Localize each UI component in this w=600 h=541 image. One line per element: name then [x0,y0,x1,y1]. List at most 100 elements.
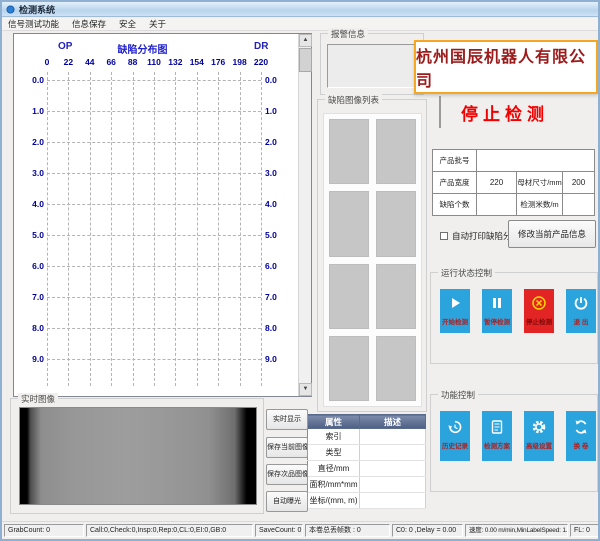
material-label: 母材尺寸/mm [517,172,563,194]
gear-icon [531,419,547,435]
grid-hline [47,266,261,267]
defect-count-value[interactable] [477,194,517,216]
grid-hline [47,204,261,205]
auto-print-checkbox[interactable] [440,232,448,240]
y-tick-label-left: 2.0 [18,137,44,147]
attr-cell: 直径/mm [308,461,360,477]
change-roll-button[interactable]: 换 卷 [566,411,596,461]
grid-vline [68,72,69,386]
menu-info-save[interactable]: 信息保存 [72,18,106,30]
live-image-label: 实时图像 [18,393,58,405]
pause-detection-button[interactable]: 暂停检测 [482,289,512,333]
change-roll-label: 换 卷 [574,440,589,450]
advanced-settings-label: 高级设置 [526,440,552,450]
window-title: 检测系统 [19,3,55,16]
advanced-settings-button[interactable]: 高级设置 [524,411,554,461]
power-icon [573,295,589,311]
menu-bar: 信号测试功能 信息保存 安全 关于 [2,18,598,31]
status-delay: C0: 0 ,Delay = 0.00 [392,524,463,537]
grid-hline [47,328,261,329]
start-detection-label: 开始检测 [442,316,468,326]
defect-thumbnail[interactable] [329,191,369,256]
run-control-buttons: 开始检测 暂停检测 停止检测 退 出 [440,289,596,333]
x-tick-label: 66 [106,57,115,67]
menu-signal-test[interactable]: 信号测试功能 [8,18,59,30]
y-tick-label-right: 2.0 [265,137,291,147]
x-axis: 022446688110132154176198220 [14,57,311,68]
defect-thumbnail[interactable] [376,191,416,256]
stop-detection-button[interactable]: 停止检测 [524,289,554,333]
save-defect-image-button[interactable]: 保存次品图像 [266,464,308,485]
meters-value[interactable] [563,194,595,216]
y-tick-label-left: 6.0 [18,261,44,271]
defect-thumbnail[interactable] [329,336,369,401]
defect-count-label: 缺陷个数 [433,194,477,216]
start-detection-button[interactable]: 开始检测 [440,289,470,333]
defect-distribution-chart: OP 缺陷分布图 DR 022446688110132154176198220 … [13,33,312,397]
y-tick-label-right: 0.0 [265,75,291,85]
menu-about[interactable]: 关于 [149,18,166,30]
scrollbar-thumb[interactable] [299,48,312,72]
attr-cell: 索引 [308,429,360,445]
attr-cell: 坐标/(mm, m) [308,493,360,509]
grid-vline [197,72,198,386]
grid-vline [240,72,241,386]
y-tick-label-left: 3.0 [18,168,44,178]
function-control-buttons: 历史记录 检测方案 高级设置 换 卷 [440,411,596,461]
y-tick-label-left: 5.0 [18,230,44,240]
app-icon [6,5,15,14]
alarm-info-group: 报警信息 [320,33,424,95]
status-save-count: SaveCount: 0 [255,524,303,537]
detection-plan-label: 检测方案 [484,440,510,450]
grid-hline [47,173,261,174]
table-row: 面积/mm*mm [308,477,426,493]
title-bar[interactable]: 检测系统 [2,2,598,17]
defect-thumbnail[interactable] [376,336,416,401]
live-camera-image [19,407,257,505]
chart-scrollbar[interactable]: ▲ ▼ [298,34,311,396]
document-icon [489,419,505,435]
auto-exposure-button[interactable]: 自动曝光 [266,491,308,512]
company-banner: 杭州国辰机器人有限公司 [414,40,598,94]
defect-thumbnail[interactable] [376,264,416,329]
live-display-button[interactable]: 实时显示 [266,409,308,430]
exit-button[interactable]: 退 出 [566,289,596,333]
table-row: 直径/mm [308,461,426,477]
x-tick-label: 198 [233,57,247,67]
function-control-group: 功能控制 历史记录 检测方案 高级设置 换 卷 [430,394,598,492]
alarm-info-label: 报警信息 [328,28,368,40]
y-tick-label-left: 7.0 [18,292,44,302]
x-tick-label: 0 [45,57,50,67]
menu-security[interactable]: 安全 [119,18,136,30]
attr-header: 属性 [308,415,360,429]
defect-grid [323,113,422,407]
grid-vline [261,72,262,386]
chart-plot [47,72,261,386]
y-tick-label-right: 5.0 [265,230,291,240]
attribute-table: 属性 描述 索引 类型 直径/mm 面积/mm*mm 坐标/(mm, m) [307,414,426,509]
grid-hline [47,359,261,360]
scroll-up-icon[interactable]: ▲ [299,34,312,47]
attr-cell: 面积/mm*mm [308,477,360,493]
x-tick-label: 154 [190,57,204,67]
history-label: 历史记录 [442,440,468,450]
batch-value[interactable] [477,150,595,172]
scroll-down-icon[interactable]: ▼ [299,383,312,396]
material-value[interactable]: 200 [563,172,595,194]
status-bar: GrabCount: 0 Call:0,Check:0,Insp:0,Rep:0… [2,521,598,538]
width-value[interactable]: 220 [477,172,517,194]
table-row: 类型 [308,445,426,461]
status-dropped-frames: 本卷总丢帧数 : 0 [305,524,390,537]
modify-product-button[interactable]: 修改当前产品信息 [508,220,596,248]
history-button[interactable]: 历史记录 [440,411,470,461]
detection-plan-button[interactable]: 检测方案 [482,411,512,461]
defect-image-list-label: 缺陷图像列表 [325,94,382,106]
grid-vline [90,72,91,386]
defect-thumbnail[interactable] [329,264,369,329]
defect-thumbnail[interactable] [376,119,416,184]
desc-cell [360,461,426,477]
defect-thumbnail[interactable] [329,119,369,184]
save-current-image-button[interactable]: 保存当前图像 [266,437,308,458]
x-tick-label: 22 [64,57,73,67]
x-tick-label: 176 [211,57,225,67]
